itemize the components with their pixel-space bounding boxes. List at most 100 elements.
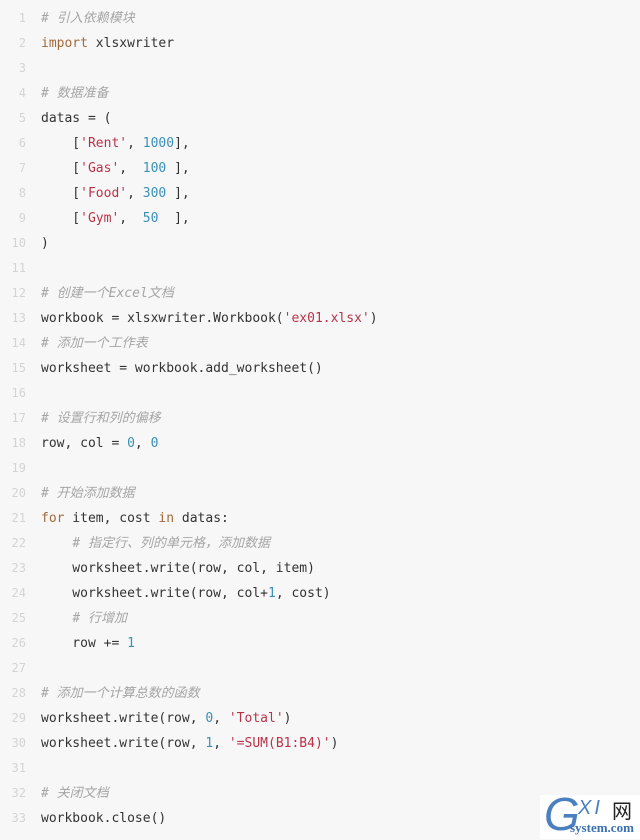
token-number: 100 [142,161,167,176]
code-line: 6 ['Rent', 1000], [0,131,640,156]
token-string: 'ex01.xlsx' [283,311,370,326]
line-source: # 设置行和列的偏移 [41,406,161,431]
token-string: 'Total' [228,711,284,726]
token-plain: [ [41,186,81,201]
token-plain: ], [166,186,190,201]
token-comment: # 设置行和列的偏移 [41,411,161,426]
line-source: row += 1 [41,631,135,656]
token-plain: , [119,211,143,226]
token-keyword: import [41,36,88,51]
line-number: 19 [11,461,26,475]
line-number: 11 [11,261,26,275]
token-plain: item, cost [64,511,159,526]
line-source: ['Rent', 1000], [41,131,190,156]
line-number: 12 [11,286,26,300]
token-plain: datas = ( [41,111,112,126]
token-plain: ], [174,136,190,151]
line-number: 17 [11,411,26,425]
token-comment: # 数据准备 [41,86,109,101]
line-number: 28 [11,686,26,700]
code-line: 30 worksheet.write(row, 1, '=SUM(B1:B4)') [0,731,640,756]
line-source: import xlsxwriter [41,31,174,56]
line-source: # 创建一个Excel文档 [41,281,174,306]
token-string: 'Gas' [80,161,120,176]
token-plain: ], [158,211,190,226]
line-source: ['Gym', 50 ], [41,206,190,231]
token-plain: workbook.close() [41,811,167,826]
line-number: 16 [11,386,26,400]
code-line: 29 worksheet.write(row, 0, 'Total') [0,706,640,731]
logo-xi: XI [578,797,603,819]
line-number: 31 [11,761,26,775]
token-number: 1 [267,586,276,601]
line-source: worksheet.write(row, 1, '=SUM(B1:B4)') [41,731,338,756]
token-string: 'Food' [80,186,128,201]
token-plain: [ [41,161,81,176]
line-number: 32 [11,786,26,800]
token-plain: ], [166,161,190,176]
line-number: 33 [11,811,26,825]
code-line: 7 ['Gas', 100 ], [0,156,640,181]
line-source: ['Food', 300 ], [41,181,190,206]
line-source: worksheet.write(row, col+1, cost) [41,581,331,606]
line-number: 22 [11,536,26,550]
line-source: # 行增加 [41,606,127,631]
code-line: 15 worksheet = workbook.add_worksheet() [0,356,640,381]
line-number: 20 [11,486,26,500]
token-string: 'Rent' [80,136,128,151]
token-comment: # 开始添加数据 [41,486,135,501]
token-keyword: in [158,511,175,526]
line-number: 26 [11,636,26,650]
token-number: 1000 [142,136,175,151]
line-number: 13 [11,311,26,325]
token-comment: # 创建一个Excel文档 [41,286,174,301]
line-source: # 添加一个工作表 [41,331,148,356]
token-comment: # 行增加 [72,611,127,626]
token-plain: , [213,711,229,726]
line-number: 30 [11,736,26,750]
token-comment: # 添加一个计算总数的函数 [41,686,200,701]
line-number: 24 [11,586,26,600]
line-number: 29 [11,711,26,725]
line-number: 18 [11,436,26,450]
line-source: worksheet = workbook.add_worksheet() [41,356,323,381]
line-source: # 引入依赖模块 [41,6,135,31]
token-comment: # 引入依赖模块 [41,11,135,26]
token-string: '=SUM(B1:B4)' [228,736,331,751]
code-line: 13 workbook = xlsxwriter.Workbook('ex01.x… [0,306,640,331]
token-comment: # 添加一个工作表 [41,336,148,351]
line-number: 23 [11,561,26,575]
line-source: # 数据准备 [41,81,109,106]
token-number: 1 [127,636,135,651]
line-number: 4 [18,86,26,100]
token-string: 'Gym' [80,211,120,226]
token-comment: # 指定行、列的单元格，添加数据 [72,536,270,551]
code-line: 12 # 创建一个Excel文档 [0,281,640,306]
token-plain: worksheet.write(row, [41,711,206,726]
line-number: 14 [11,336,26,350]
line-number: 21 [11,511,26,525]
token-plain: worksheet = workbook.add_worksheet() [41,361,323,376]
code-line: 1 # 引入依赖模块 [0,6,640,31]
line-number: 5 [18,111,26,125]
code-line: 4 # 数据准备 [0,81,640,106]
token-plain: datas: [174,511,229,526]
code-line: 31 [0,756,640,781]
line-source: # 开始添加数据 [41,481,135,506]
token-plain: worksheet.write(row, col, item) [41,561,315,576]
token-plain: ) [283,711,292,726]
line-number: 2 [18,36,26,50]
code-line: 26 row += 1 [0,631,640,656]
token-plain: , cost) [275,586,331,601]
line-number: 25 [11,611,26,625]
token-plain: ) [41,236,49,251]
token-plain: , [119,161,143,176]
line-source: # 指定行、列的单元格，添加数据 [41,531,270,556]
line-number: 10 [11,236,26,250]
line-number: 7 [18,161,26,175]
code-line: 11 [0,256,640,281]
code-block: 1 # 引入依赖模块 2 import xlsxwriter 3 4 # 数据准备 5 data… [0,6,640,831]
code-line: 9 ['Gym', 50 ], [0,206,640,231]
token-keyword: for [41,511,65,526]
